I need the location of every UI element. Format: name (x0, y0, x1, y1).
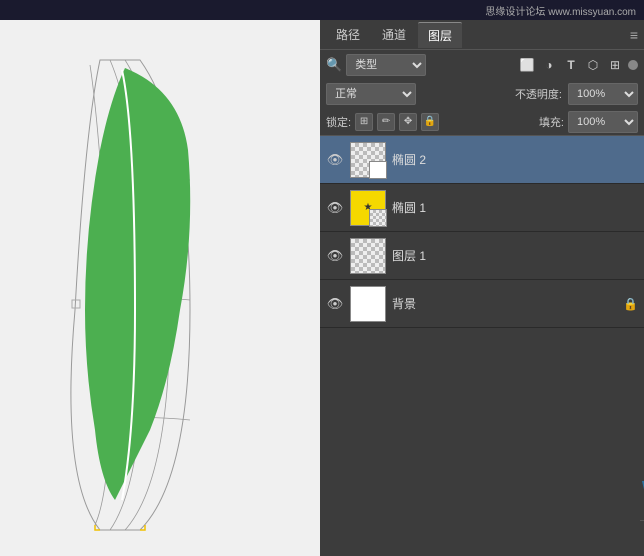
filter-icons: ⬜ ◑ T ⬡ ⊞ (518, 56, 638, 74)
lock-grid-btn[interactable]: ⊞ (355, 113, 373, 131)
tab-paths[interactable]: 路径 (326, 22, 370, 48)
panel-menu-icon[interactable]: ≡ (630, 27, 638, 43)
lock-all-btn[interactable]: 🔒 (421, 113, 439, 131)
layer-visibility-toggle[interactable]: 👁 (326, 295, 344, 313)
filter-shape-icon[interactable]: ⬡ (584, 56, 602, 74)
tab-layers[interactable]: 图层 (418, 22, 462, 48)
fill-select[interactable]: 100% (568, 111, 638, 133)
blend-mode-select[interactable]: 正常 (326, 83, 416, 105)
fill-label: 填充: (539, 114, 564, 130)
panels-area: 路径 通道 图层 ≡ 🔍 类型 ⬜ ◑ T ⬡ ⊞ 正常 不透明度: 100% … (320, 20, 644, 556)
layer-visibility-toggle[interactable]: 👁 (326, 199, 344, 217)
canvas-area (0, 20, 320, 556)
layer-thumbnail (350, 286, 386, 322)
filter-dot[interactable] (628, 60, 638, 70)
layer-name: 图层 1 (392, 247, 638, 264)
layer-row[interactable]: 👁 ★ 椭圆 1 (320, 184, 644, 232)
type-filter-select[interactable]: 类型 (346, 54, 426, 76)
layer-mask-thumbnail (369, 161, 387, 179)
layer-name: 椭圆 2 (392, 151, 638, 168)
lock-brush-btn[interactable]: ✏ (377, 113, 395, 131)
filter-smart-icon[interactable]: ⊞ (606, 56, 624, 74)
filter-row: 🔍 类型 ⬜ ◑ T ⬡ ⊞ (320, 50, 644, 80)
blend-mode-row: 正常 不透明度: 100% (320, 80, 644, 108)
tab-channels[interactable]: 通道 (372, 22, 416, 48)
layer-mask-thumbnail (369, 209, 387, 227)
filter-adjust-icon[interactable]: ◑ (540, 56, 558, 74)
layer-visibility-toggle[interactable]: 👁 (326, 151, 344, 169)
layer-row[interactable]: 👁 图层 1 (320, 232, 644, 280)
layer-name: 椭圆 1 (392, 199, 638, 216)
layer-thumbnail (350, 142, 386, 178)
lock-label: 锁定: (326, 114, 351, 130)
layer-row[interactable]: 👁 椭圆 2 (320, 136, 644, 184)
filter-image-icon[interactable]: ⬜ (518, 56, 536, 74)
lock-icons: ⊞ ✏ ✥ 🔒 (355, 113, 439, 131)
opacity-label: 不透明度: (515, 86, 562, 102)
panel-tabs: 路径 通道 图层 ≡ (320, 20, 644, 50)
layer-name: 背景 (392, 295, 617, 312)
top-bar: 思缘设计论坛 www.missyuan.com (0, 0, 644, 20)
bottom-toolbar: ⛓ fx ⬜ ◑ 📁 ⊕ 🗑 (640, 520, 644, 556)
lock-row: 锁定: ⊞ ✏ ✥ 🔒 填充: 100% (320, 108, 644, 136)
opacity-select[interactable]: 100% (568, 83, 638, 105)
layer-row[interactable]: 👁 背景 🔒 (320, 280, 644, 328)
top-bar-text: 思缘设计论坛 www.missyuan.com (485, 3, 636, 18)
filter-text-icon[interactable]: T (562, 56, 580, 74)
layers-list: 👁 椭圆 2 👁 ★ 椭圆 1 👁 图层 1 👁 (320, 136, 644, 328)
lock-move-btn[interactable]: ✥ (399, 113, 417, 131)
layer-thumbnail: ★ (350, 190, 386, 226)
layer-thumbnail (350, 238, 386, 274)
search-icon: 🔍 (326, 57, 342, 73)
layer-visibility-toggle[interactable]: 👁 (326, 247, 344, 265)
panel-tabs-left: 路径 通道 图层 (326, 22, 462, 48)
layer-lock-icon: 🔒 (623, 297, 638, 311)
